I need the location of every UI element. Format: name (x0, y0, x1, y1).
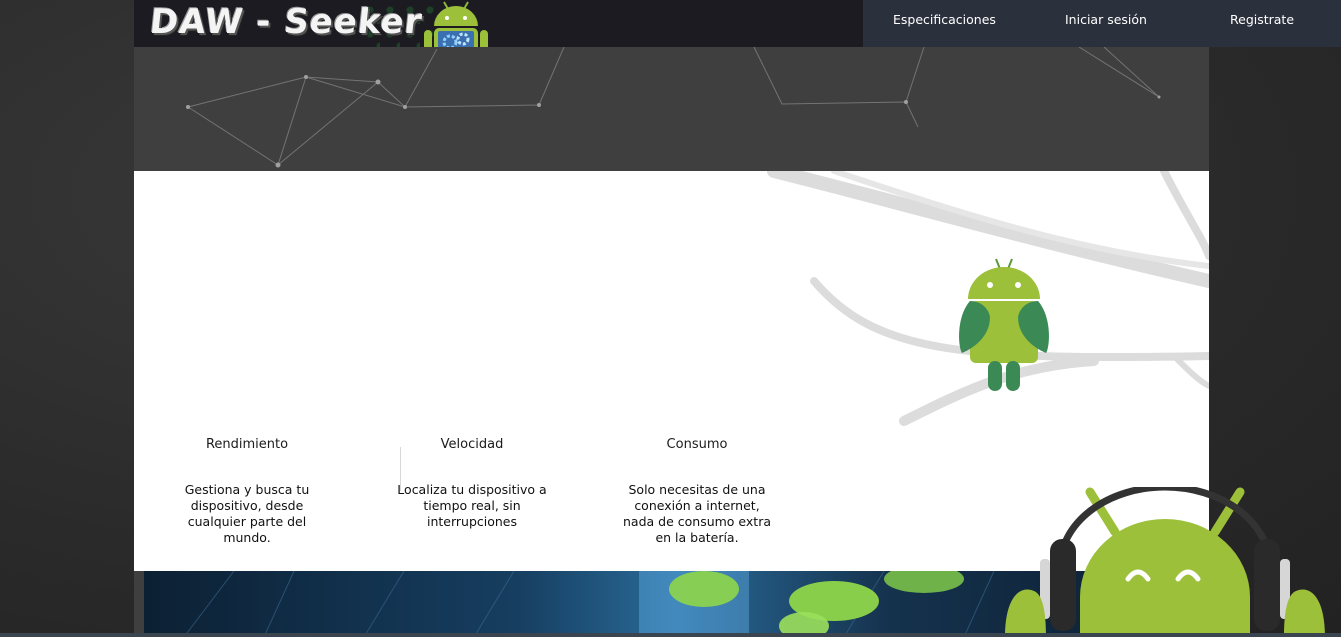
feature-description: Localiza tu dispositivo a tiempo real, s… (397, 482, 547, 529)
feature-consumo: Consumo Solo necesitas de una conexión a… (617, 437, 777, 546)
android-bird-icon (959, 258, 1049, 391)
site-logo[interactable]: DAW - Seeker (148, 2, 425, 42)
android-headphones-icon (1005, 487, 1325, 637)
feature-title: Velocidad (440, 437, 504, 452)
feature-title: Rendimiento (205, 437, 289, 452)
nav-link-iniciar-sesion[interactable]: Iniciar sesión (1065, 12, 1147, 27)
nav-link-especificaciones[interactable]: Especificaciones (893, 12, 996, 27)
banner-edge (134, 571, 144, 637)
network-lines-decoration (186, 47, 1161, 168)
bottom-strip (0, 633, 1341, 637)
feature-rendimiento: Rendimiento Gestiona y busca tu disposit… (167, 437, 327, 546)
hero-banner (134, 47, 1209, 171)
nav-link-registrate[interactable]: Registrate (1230, 12, 1294, 27)
feature-description: Solo necesitas de una conexión a interne… (623, 482, 771, 545)
feature-velocidad: Velocidad Localiza tu dispositivo a tiem… (392, 437, 552, 530)
feature-description: Gestiona y busca tu dispositivo, desde c… (184, 482, 310, 545)
feature-title: Consumo (666, 437, 728, 452)
